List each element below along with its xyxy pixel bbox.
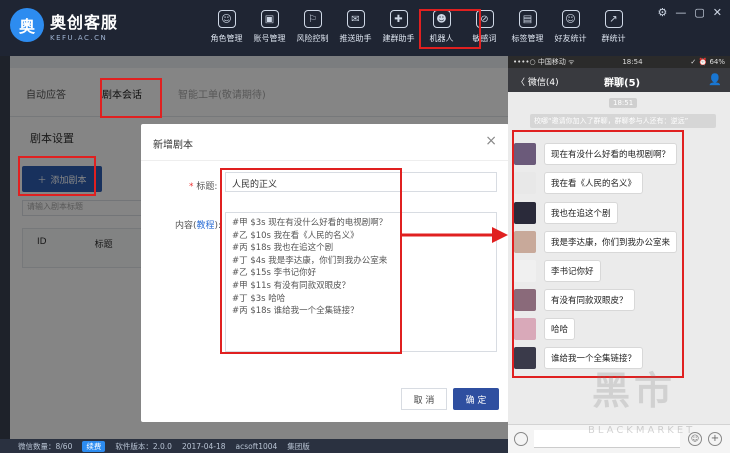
chat-timestamp: 18:51: [609, 98, 638, 108]
window-controls: ⚙ — ▢ ✕: [658, 6, 723, 19]
title-field-label: * 标题:: [189, 182, 218, 192]
version-date: 2017-04-18: [181, 441, 226, 451]
arrow-icon: [400, 227, 508, 243]
nav-item-label: 建群助手: [382, 34, 415, 43]
highlight-content: [220, 168, 402, 354]
app-subtitle: KEFU.AC.CN: [50, 33, 108, 42]
nav-item-label: 角色管理: [210, 34, 243, 43]
phone-time: 18:54: [622, 58, 643, 66]
carrier: ••••○ 中国移动 ᯤ: [513, 58, 575, 66]
app-logo: 奥 奥创客服 KEFU.AC.CN: [10, 8, 118, 42]
nav-item-4[interactable]: ✚ 建群助手: [377, 10, 420, 44]
group-icon: ✚: [389, 10, 408, 28]
tag-icon: ▤: [518, 10, 537, 28]
nav-item-label: 群统计: [601, 34, 626, 43]
account-id: acsoft1004: [235, 441, 278, 451]
nav-item-label: 标签管理: [511, 34, 544, 43]
chat-header: 〈 微信(4) 群聊(5) 👤: [508, 68, 730, 92]
plus-icon[interactable]: +: [708, 432, 722, 446]
modal-title: 新增剧本: [153, 140, 193, 151]
battery: ✓ ⏰ 64%: [690, 58, 725, 66]
settings-icon[interactable]: ⚙: [658, 6, 668, 19]
watermark: 黑市: [592, 369, 677, 413]
chart-icon: ↗: [604, 10, 623, 28]
wechat-count: 微信数量：8/60: [18, 441, 73, 451]
nav-item-label: 账号管理: [253, 34, 286, 43]
nav-item-1[interactable]: ▣ 账号管理: [248, 10, 291, 44]
highlight-chat: [512, 130, 684, 378]
watermark-text: BLACKMARKET: [588, 425, 696, 436]
status-bar: 微信数量：8/60 续费 软件版本：2.0.0 2017-04-18 acsof…: [0, 439, 508, 453]
app-title: 奥创客服: [50, 12, 119, 32]
nav-item-8[interactable]: ☺ 好友统计: [549, 10, 592, 44]
modal-divider: [141, 160, 509, 161]
system-message: 校哪“邀请你加入了群聊，群聊参与人还有：逆远”: [530, 114, 716, 128]
voice-icon[interactable]: [514, 432, 528, 446]
highlight-tab: [100, 78, 162, 118]
software-version: 软件版本：2.0.0: [115, 441, 172, 451]
nav-item-label: 推送助手: [339, 34, 372, 43]
nav-item-9[interactable]: ↗ 群统计: [592, 10, 635, 44]
top-header: 奥 奥创客服 KEFU.AC.CN ☺ 角色管理 ▣ 账号管理 ⚐ 风险控制 ✉ 推送助手 ✚ 建…: [0, 0, 730, 56]
nav-item-2[interactable]: ⚐ 风险控制: [291, 10, 334, 44]
close-icon[interactable]: ×: [485, 133, 497, 149]
account-icon: ▣: [260, 10, 279, 28]
highlight-add: [18, 156, 96, 196]
edition: 集团版: [287, 441, 310, 451]
push-icon: ✉: [346, 10, 365, 28]
tutorial-link[interactable]: 教程: [197, 221, 215, 231]
shield-icon: ⚐: [303, 10, 322, 28]
back-button[interactable]: 〈 微信(4): [516, 75, 559, 88]
logo-mark: 奥: [10, 8, 44, 42]
group-members-icon[interactable]: 👤: [708, 73, 722, 86]
maximize-icon[interactable]: ▢: [694, 6, 704, 19]
nav-item-label: 风险控制: [296, 34, 329, 43]
minimize-icon[interactable]: —: [675, 6, 686, 19]
close-icon[interactable]: ✕: [713, 6, 722, 19]
cancel-button[interactable]: 取 消: [401, 388, 447, 410]
highlight-robot: [419, 9, 481, 49]
confirm-button[interactable]: 确 定: [453, 388, 499, 410]
nav-item-7[interactable]: ▤ 标签管理: [506, 10, 549, 44]
nav-item-3[interactable]: ✉ 推送助手: [334, 10, 377, 44]
nav-item-label: 好友统计: [554, 34, 587, 43]
user-icon: ☺: [217, 10, 236, 28]
renew-button[interactable]: 续费: [82, 440, 106, 452]
content-field-label: 内容(教程):: [175, 221, 222, 231]
chat-title: 群聊(5): [604, 78, 641, 89]
phone-status-bar: ••••○ 中国移动 ᯤ 18:54 ✓ ⏰ 64%: [508, 56, 730, 68]
friend-icon: ☺: [561, 10, 580, 28]
nav-item-0[interactable]: ☺ 角色管理: [205, 10, 248, 44]
